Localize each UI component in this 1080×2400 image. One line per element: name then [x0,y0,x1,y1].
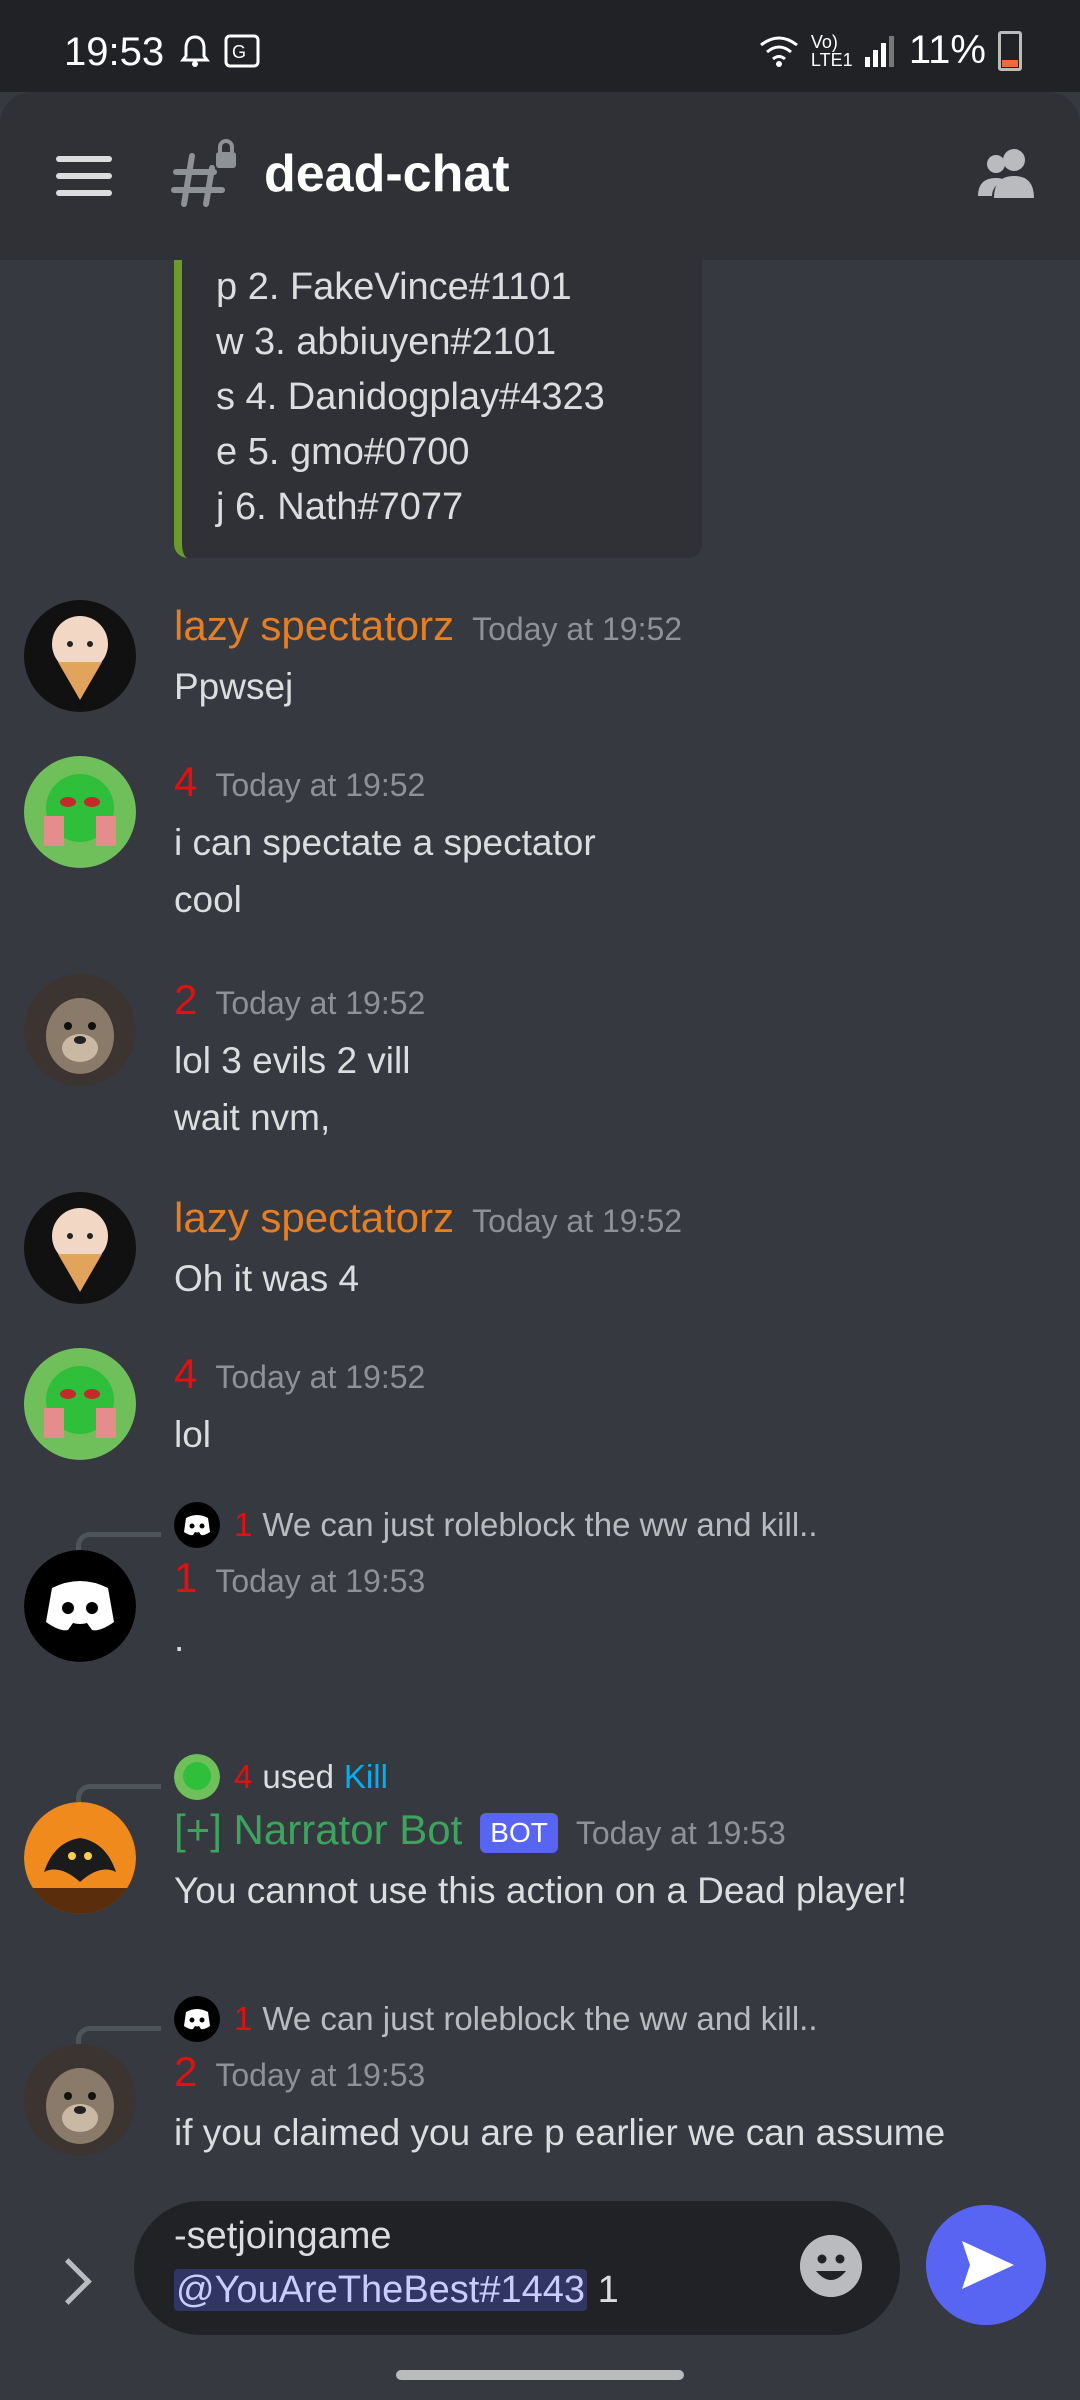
username[interactable]: 4 Today at 19:52 [174,1350,425,1398]
timestamp: Today at 19:53 [215,2057,426,2093]
reply-preview[interactable]: 1 We can just roleblock the ww and kill.… [174,1502,818,1548]
reply-preview[interactable]: 4 used Kill [174,1754,388,1800]
reply-text: We can just roleblock the ww and kill.. [262,1506,818,1543]
avatar-narrator-bot[interactable] [24,1802,136,1914]
embed-line: w 3. abbiuyen#2101 [216,321,557,363]
embed-line: e 5. gmo#0700 [216,431,470,473]
username[interactable]: [+] Narrator Bot BOT Today at 19:53 [174,1806,786,1854]
message-text: You cannot use this action on a Dead pla… [174,1870,907,1911]
wifi-icon [759,36,798,67]
chevron-right-icon[interactable] [45,2258,92,2305]
user-mention[interactable]: @YouAreTheBest#1443 [174,2269,588,2311]
svg-text:G: G [232,42,246,62]
message-text: lol [174,1414,212,1455]
emoji-icon[interactable] [800,2235,862,2297]
avatar-icecream[interactable] [24,1192,136,1304]
avatar-discord[interactable] [24,1550,136,1662]
reply-text: We can just roleblock the ww and kill.. [262,2000,818,2037]
discord-icon [174,1996,220,2042]
reply-preview[interactable]: 1 We can just roleblock the ww and kill.… [174,1996,818,2042]
username[interactable]: 1 Today at 19:53 [174,1554,425,1602]
avatar-green-frog[interactable] [24,756,136,868]
message-composer: -setjoingame @YouAreTheBest#1443 1 [0,2175,1080,2400]
avatar-green-frog[interactable] [24,1348,136,1460]
embed-line: s 4. Danidogplay#4323 [216,376,605,418]
timestamp: Today at 19:52 [215,1359,426,1395]
message-text: i can spectate a spectator [174,822,596,863]
timestamp: Today at 19:52 [472,1203,683,1239]
status-bar: 19:53 G Vo) LTE1 11% [0,0,1080,92]
username[interactable]: 2 Today at 19:53 [174,2048,425,2096]
signal-icon [864,35,894,67]
bell-icon [180,35,210,67]
menu-icon[interactable] [56,156,112,196]
command-name[interactable]: Kill [344,1758,388,1796]
message-text: . [174,1618,185,1659]
reply-username: 1 [234,2000,253,2037]
network-label: Vo) LTE1 [810,31,853,70]
embed-line: j 6. Nath#7077 [216,486,464,528]
translate-icon: G [224,34,260,68]
input-suffix: 1 [587,2269,619,2311]
message-text: cool [174,879,242,920]
frog-mini-avatar [174,1754,220,1800]
battery-icon [998,30,1022,71]
timestamp: Today at 19:52 [215,985,426,1021]
timestamp: Today at 19:53 [215,1563,426,1599]
members-icon[interactable] [976,146,1040,202]
reply-username: 4 [234,1758,253,1795]
message-text: if you claimed you are p earlier we can … [174,2112,946,2153]
reply-username: 1 [234,1506,253,1543]
embed-card: p 2. FakeVince#1101 w 3. abbiuyen#2101 s… [174,260,702,558]
avatar-otter[interactable] [24,2044,136,2156]
discord-icon [174,1502,220,1548]
message-input[interactable]: -setjoingame @YouAreTheBest#1443 1 [134,2201,900,2335]
timestamp: Today at 19:53 [575,1815,786,1851]
message-text: Oh it was 4 [174,1258,360,1299]
username[interactable]: 2 Today at 19:52 [174,976,425,1024]
status-right: Vo) LTE1 11% [759,28,1022,73]
home-indicator[interactable] [396,2370,684,2380]
username[interactable]: 4 Today at 19:52 [174,758,425,806]
channel-title: dead-chat [264,145,510,203]
username[interactable]: lazy spectatorz Today at 19:52 [174,1194,682,1242]
status-time: 19:53 [64,30,165,74]
locked-channel-icon [171,139,236,207]
timestamp: Today at 19:52 [215,767,426,803]
message-text: lol 3 evils 2 vill [174,1040,411,1081]
reply-used: used [262,1758,334,1795]
battery-percent: 11% [908,28,986,72]
message-list[interactable]: p 2. FakeVince#1101 w 3. abbiuyen#2101 s… [0,260,1080,2175]
bot-badge: BOT [480,1812,558,1853]
send-icon[interactable] [926,2205,1046,2325]
embed-line: p 2. FakeVince#1101 [216,266,572,308]
avatar-icecream[interactable] [24,600,136,712]
message-text: Ppwsej [174,666,294,707]
timestamp: Today at 19:52 [472,611,683,647]
username[interactable]: lazy spectatorz Today at 19:52 [174,602,682,650]
message-text: wait nvm, [174,1097,331,1138]
avatar-otter[interactable] [24,974,136,1086]
input-text-line1: -setjoingame [174,2215,392,2257]
input-text-line2: @YouAreTheBest#1443 1 [174,2269,619,2312]
channel-header: dead-chat [0,92,1080,260]
status-left-icons: G [180,34,260,68]
